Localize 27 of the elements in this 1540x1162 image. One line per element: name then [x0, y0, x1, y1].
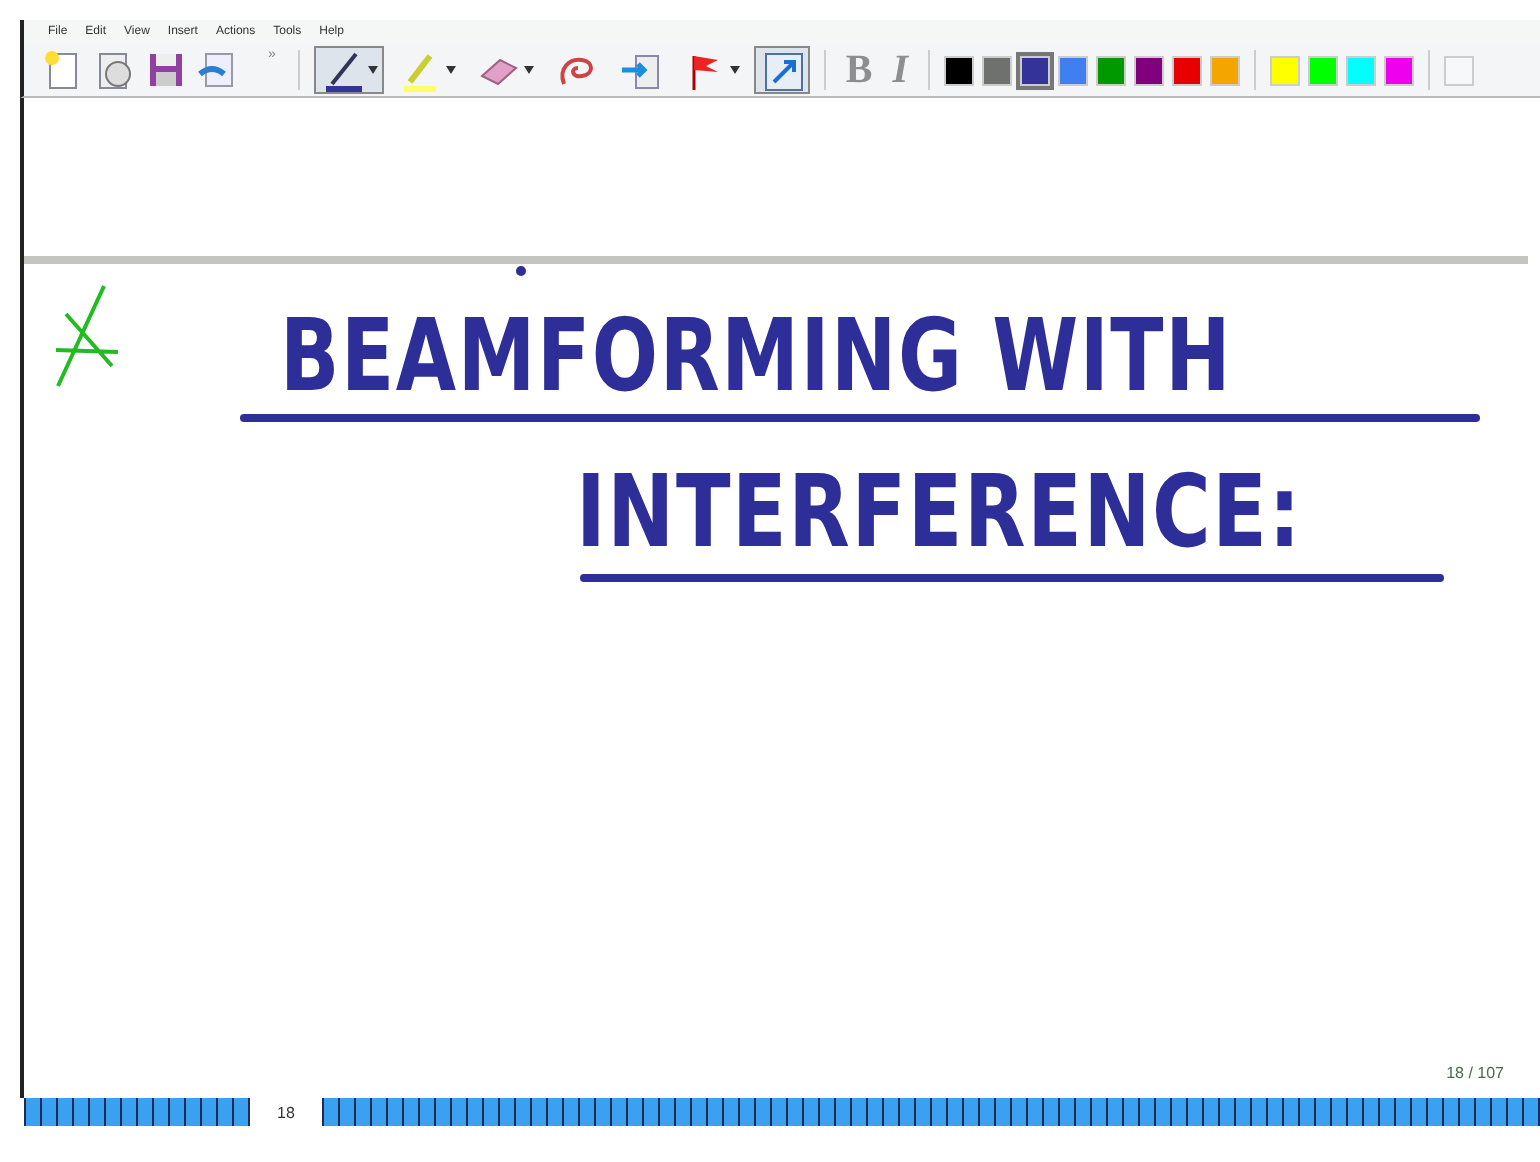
- caret-icon[interactable]: [523, 66, 534, 74]
- color-swatch[interactable]: [1444, 55, 1475, 85]
- color-swatch[interactable]: [944, 55, 975, 85]
- caret-icon[interactable]: [729, 66, 740, 74]
- color-swatch[interactable]: [1308, 55, 1339, 85]
- page-strip[interactable]: [322, 1098, 1540, 1126]
- caret-icon[interactable]: [367, 66, 378, 74]
- page-indicator: 18 / 107: [1446, 1064, 1504, 1082]
- caret-icon[interactable]: [445, 66, 456, 74]
- color-swatch[interactable]: [1096, 55, 1127, 85]
- color-swatch[interactable]: [1020, 55, 1051, 85]
- pen-tool-button[interactable]: [313, 46, 384, 94]
- color-swatch[interactable]: [1134, 55, 1165, 85]
- color-swatch[interactable]: [1058, 55, 1089, 85]
- save-icon[interactable]: [144, 48, 188, 92]
- handwritten-title: INTERFERENCE:: [576, 454, 1303, 570]
- handwritten-title: BEAMFORMING WITH: [280, 298, 1232, 414]
- page-strip[interactable]: [24, 1098, 250, 1126]
- current-page-number: 18: [275, 1103, 297, 1121]
- color-swatch[interactable]: [1346, 55, 1377, 85]
- color-swatch[interactable]: [982, 55, 1013, 85]
- select-tool-button[interactable]: [753, 46, 810, 94]
- ink-dot: [516, 266, 526, 276]
- color-swatch[interactable]: [1384, 55, 1415, 85]
- color-swatch[interactable]: [1172, 55, 1203, 85]
- color-swatch[interactable]: [1270, 55, 1301, 85]
- color-swatch[interactable]: [1210, 55, 1241, 85]
